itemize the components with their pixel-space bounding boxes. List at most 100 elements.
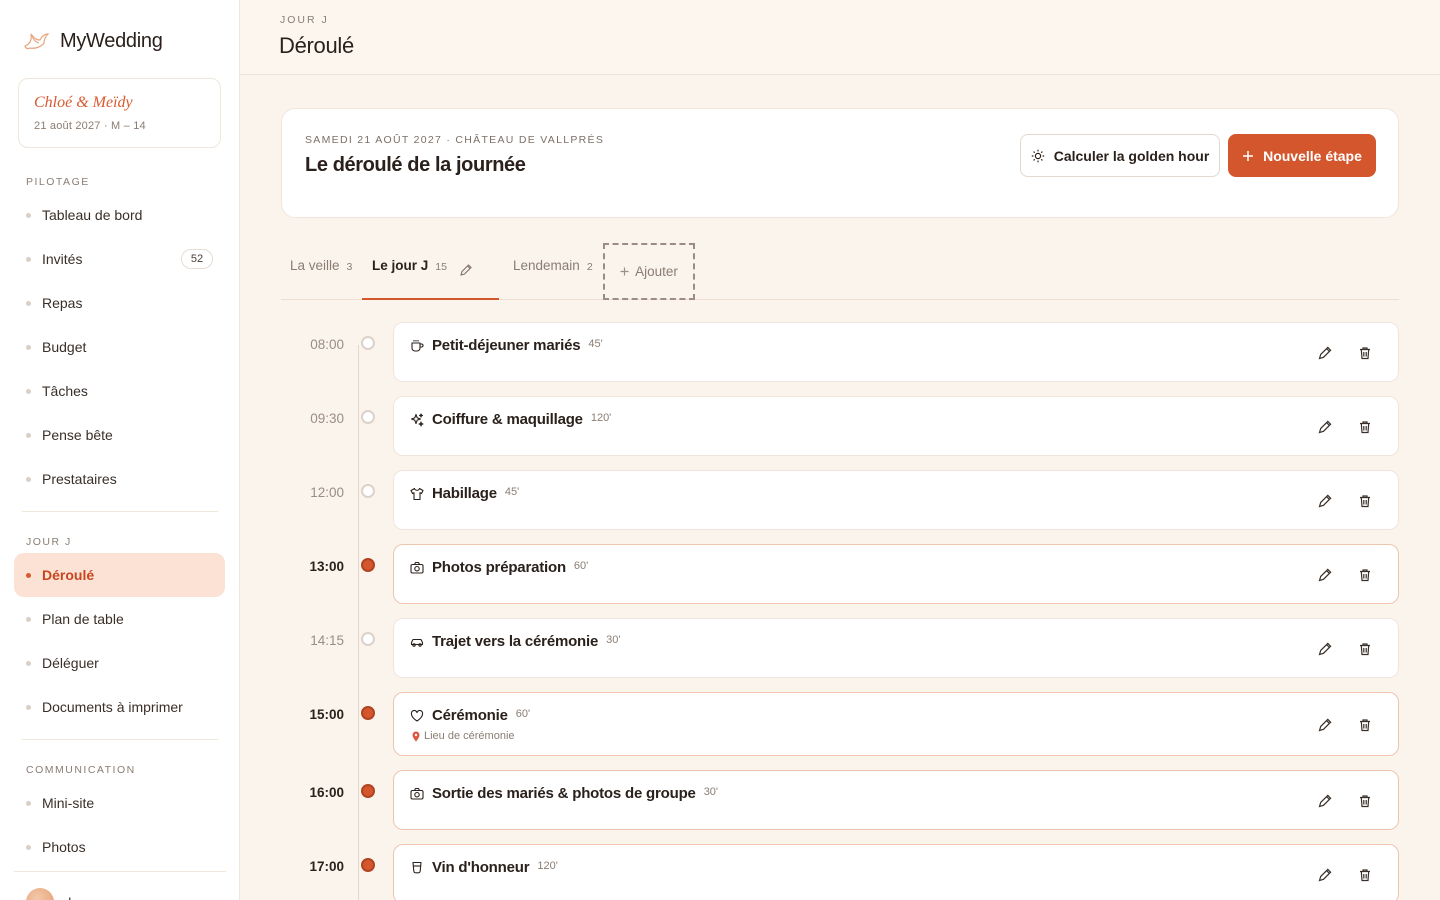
step-card[interactable]: Petit-déjeuner mariés 45' <box>393 322 1399 382</box>
delete-step-trash-icon[interactable] <box>1357 641 1373 657</box>
sidebar-item-invites[interactable]: Invités 52 <box>14 237 225 281</box>
tab-le-jour-j[interactable]: Le jour J 15 <box>372 258 447 300</box>
step-duration: 45' <box>504 485 520 498</box>
sidebar-item-photos[interactable]: Photos <box>14 825 225 869</box>
step-card[interactable]: Trajet vers la cérémonie 30' <box>393 618 1399 678</box>
delete-step-trash-icon[interactable] <box>1357 867 1373 883</box>
step-header: Sortie des mariés & photos de groupe 30' <box>410 785 718 802</box>
user-menu[interactable]: dem <box>26 888 89 900</box>
step-header: Petit-déjeuner mariés 45' <box>410 337 603 354</box>
brand[interactable]: MyWedding <box>22 28 163 54</box>
couple-names: Chloé & Meïdy <box>34 94 133 111</box>
new-step-button[interactable]: Nouvelle étape <box>1228 134 1376 177</box>
step-title: Photos préparation <box>432 559 566 576</box>
delete-step-trash-icon[interactable] <box>1357 717 1373 733</box>
sidebar-item-label: Prestataires <box>42 471 117 487</box>
delete-step-trash-icon[interactable] <box>1357 419 1373 435</box>
step-time: 08:00 <box>310 337 344 352</box>
edit-step-pencil-icon[interactable] <box>1317 717 1333 733</box>
sidebar: MyWedding Chloé & Meïdy 21 août 2027 · M… <box>0 0 240 900</box>
step-card[interactable]: Coiffure & maquillage 120' <box>393 396 1399 456</box>
timeline-dot <box>361 784 375 798</box>
golden-hour-button[interactable]: Calculer la golden hour <box>1020 134 1220 177</box>
bullet-icon <box>26 800 31 806</box>
timeline-line <box>358 345 359 900</box>
timeline-dot <box>361 558 375 572</box>
sidebar-item-budget[interactable]: Budget <box>14 325 225 369</box>
map-pin-icon <box>412 731 420 742</box>
step-header: Trajet vers la cérémonie 30' <box>410 633 620 650</box>
step-card[interactable]: Sortie des mariés & photos de groupe 30' <box>393 770 1399 830</box>
camera-icon <box>410 787 424 801</box>
bullet-icon <box>26 300 31 306</box>
step-card[interactable]: Cérémonie 60' Lieu de cérémonie <box>393 692 1399 756</box>
dove-logo-icon <box>22 28 50 54</box>
sidebar-item-label: Déléguer <box>42 655 99 671</box>
add-tab-button[interactable]: Ajouter <box>603 243 695 300</box>
sidebar-item-label: Tableau de bord <box>42 207 143 223</box>
step-location-label: Lieu de cérémonie <box>424 730 515 742</box>
edit-step-pencil-icon[interactable] <box>1317 793 1333 809</box>
glass-icon <box>410 861 424 875</box>
sidebar-item-prestataires[interactable]: Prestataires <box>14 457 225 501</box>
golden-hour-label: Calculer la golden hour <box>1053 147 1210 164</box>
sidebar-item-label: Budget <box>42 339 87 355</box>
step-time: 09:30 <box>310 411 344 426</box>
edit-step-pencil-icon[interactable] <box>1317 567 1333 583</box>
step-location: Lieu de cérémonie <box>412 730 515 742</box>
step-card[interactable]: Vin d'honneur 120' <box>393 844 1399 900</box>
sidebar-item-mini-site[interactable]: Mini-site <box>14 781 225 825</box>
step-card[interactable]: Habillage 45' <box>393 470 1399 530</box>
edit-step-pencil-icon[interactable] <box>1317 419 1333 435</box>
delete-step-trash-icon[interactable] <box>1357 493 1373 509</box>
edit-tab-pencil-icon[interactable] <box>459 263 473 277</box>
page-title: Déroulé <box>279 33 354 58</box>
step-card[interactable]: Photos préparation 60' <box>393 544 1399 604</box>
sidebar-item-deroule[interactable]: Déroulé <box>14 553 225 597</box>
timeline-dot <box>361 858 375 872</box>
edit-step-pencil-icon[interactable] <box>1317 493 1333 509</box>
step-time: 12:00 <box>310 485 344 500</box>
timeline-dot <box>361 336 375 350</box>
new-step-label: Nouvelle étape <box>1263 147 1362 164</box>
section-label-jour-j: JOUR J <box>26 536 72 548</box>
timeline-dot <box>361 484 375 498</box>
bullet-icon <box>26 432 31 438</box>
bullet-icon <box>26 388 31 394</box>
sidebar-item-label: Pense bête <box>42 427 113 443</box>
delete-step-trash-icon[interactable] <box>1357 345 1373 361</box>
bullet-icon <box>26 660 31 666</box>
sidebar-item-label: Plan de table <box>42 611 124 627</box>
sidebar-item-pense-bete[interactable]: Pense bête <box>14 413 225 457</box>
sidebar-item-tableau-de-bord[interactable]: Tableau de bord <box>14 193 225 237</box>
edit-step-pencil-icon[interactable] <box>1317 345 1333 361</box>
couple-card[interactable]: Chloé & Meïdy 21 août 2027 · M – 14 <box>18 78 221 148</box>
sidebar-item-label: Mini-site <box>42 795 95 811</box>
sidebar-item-documents[interactable]: Documents à imprimer <box>14 685 225 729</box>
step-title: Trajet vers la cérémonie <box>432 633 599 650</box>
sidebar-item-deleguer[interactable]: Déléguer <box>14 641 225 685</box>
step-time: 17:00 <box>309 859 344 874</box>
tab-count: 2 <box>586 261 593 273</box>
bullet-icon <box>26 844 31 850</box>
timeline-dot <box>361 706 375 720</box>
delete-step-trash-icon[interactable] <box>1357 793 1373 809</box>
delete-step-trash-icon[interactable] <box>1357 567 1373 583</box>
step-duration: 120' <box>537 859 558 872</box>
tab-lendemain[interactable]: Lendemain 2 <box>513 258 593 300</box>
step-title: Coiffure & maquillage <box>432 411 583 428</box>
sidebar-item-label: Tâches <box>42 383 88 399</box>
edit-step-pencil-icon[interactable] <box>1317 867 1333 883</box>
section-label-communication: COMMUNICATION <box>26 764 136 776</box>
sidebar-item-repas[interactable]: Repas <box>14 281 225 325</box>
user-name: dem <box>64 895 89 900</box>
edit-step-pencil-icon[interactable] <box>1317 641 1333 657</box>
shirt-icon <box>410 487 424 501</box>
sidebar-item-plan-de-table[interactable]: Plan de table <box>14 597 225 641</box>
page-header: JOUR J Déroulé <box>240 0 1440 75</box>
sidebar-item-taches[interactable]: Tâches <box>14 369 225 413</box>
step-duration: 120' <box>590 411 612 424</box>
bullet-icon <box>26 344 31 350</box>
step-header: Coiffure & maquillage 120' <box>410 411 611 428</box>
tab-la-veille[interactable]: La veille 3 <box>290 258 352 300</box>
